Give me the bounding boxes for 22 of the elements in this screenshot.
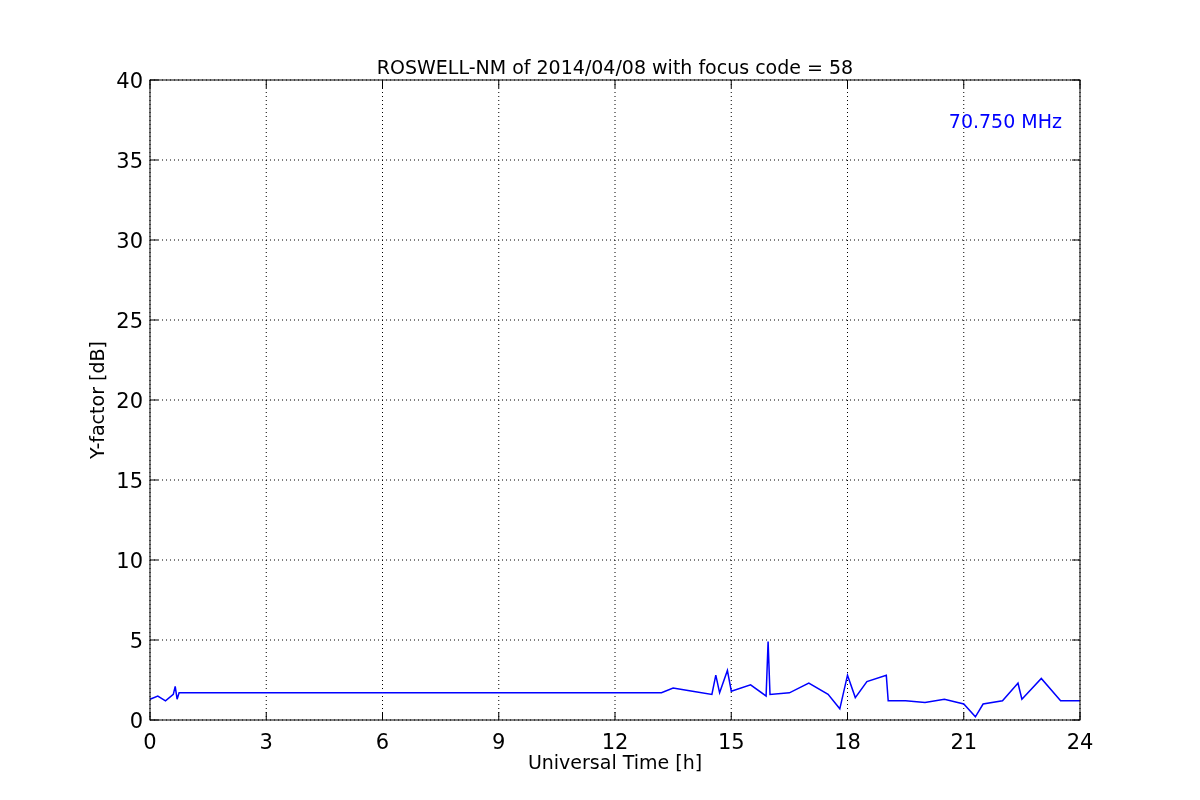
x-tick-label: 12	[601, 730, 629, 754]
y-tick-label: 35	[116, 149, 143, 173]
x-axis-label: Universal Time [h]	[527, 751, 703, 773]
y-tick-label: 10	[116, 549, 143, 573]
x-tick-label: 15	[717, 730, 745, 754]
y-tick-label: 5	[129, 629, 143, 653]
y-tick-label: 25	[116, 309, 143, 333]
y-tick-label: 30	[116, 229, 143, 253]
x-tick-label: 9	[492, 730, 506, 754]
x-tick-label: 6	[375, 730, 390, 754]
chart-title: ROSWELL-NM of 2014/04/08 with focus code = 58	[376, 56, 854, 78]
x-tick-label: 24	[1066, 730, 1094, 754]
y-tick-label: 20	[116, 389, 143, 413]
x-tick-label: 0	[143, 730, 157, 754]
y-axis-label: Y-factor [dB]	[86, 341, 108, 459]
x-tick-label: 18	[834, 730, 861, 754]
x-tick-label: 3	[259, 730, 273, 754]
y-tick-label: 0	[129, 709, 143, 733]
legend-label: 70.750 MHz	[948, 110, 1062, 132]
x-tick-label: 21	[950, 730, 978, 754]
y-tick-label: 15	[116, 469, 143, 493]
y-tick-label: 40	[116, 69, 143, 93]
